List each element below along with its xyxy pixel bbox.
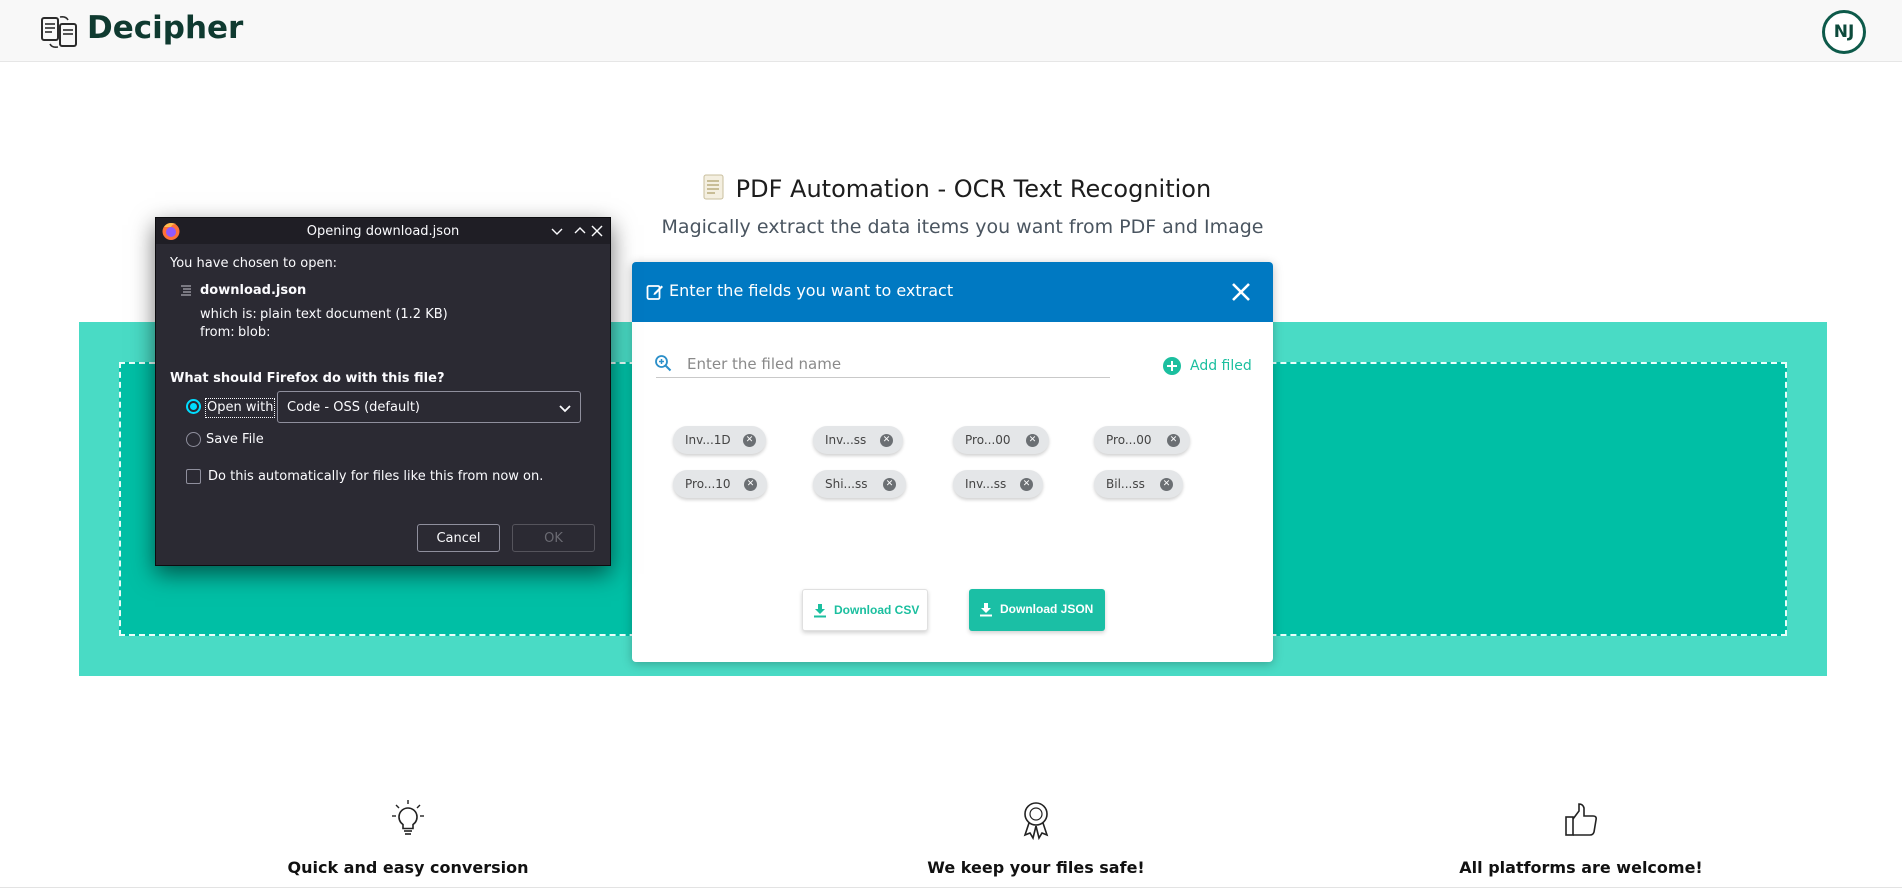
ok-button[interactable]: OK — [512, 524, 595, 552]
remove-chip-icon[interactable]: ✕ — [744, 478, 757, 491]
download-csv-button[interactable]: Download CSV — [802, 589, 928, 631]
dialog-intro: You have chosen to open: — [170, 256, 338, 271]
page-title-text: PDF Automation - OCR Text Recognition — [735, 175, 1212, 203]
edit-icon — [646, 285, 663, 300]
field-chip-label: Bil...ss — [1106, 477, 1145, 491]
document-emoji-icon — [703, 174, 724, 200]
auto-action-checkbox[interactable] — [186, 469, 201, 484]
maximize-chevron-icon[interactable] — [572, 223, 588, 239]
field-chip-label: Shi...ss — [825, 477, 868, 491]
close-icon[interactable] — [589, 223, 605, 239]
remove-chip-icon[interactable]: ✕ — [1167, 434, 1180, 447]
dialog-titlebar[interactable]: Opening download.json — [156, 218, 610, 244]
plus-circle-icon — [1163, 357, 1181, 375]
field-chip: Pro...10 ✕ — [673, 470, 767, 498]
lightbulb-icon — [392, 800, 424, 835]
file-type-label: which is: — [200, 307, 257, 322]
dialog-filename: download.json — [200, 283, 307, 298]
file-source-label: from: — [200, 325, 235, 340]
save-file-radio[interactable] — [186, 432, 201, 447]
field-chip: Inv...1D ✕ — [673, 426, 766, 454]
add-field-label: Add filed — [1190, 358, 1252, 374]
feature-label: All platforms are welcome! — [1459, 858, 1703, 877]
thumbs-up-icon — [1565, 803, 1597, 836]
top-bar: Decipher NJ — [0, 0, 1902, 62]
field-name-input[interactable] — [656, 350, 1110, 378]
field-chip-label: Inv...ss — [825, 433, 867, 447]
remove-chip-icon[interactable]: ✕ — [1020, 478, 1033, 491]
save-file-label[interactable]: Save File — [206, 432, 264, 447]
field-chip: Inv...ss ✕ — [953, 470, 1043, 498]
close-icon[interactable] — [1229, 280, 1253, 304]
download-json-label: Download JSON — [1000, 602, 1094, 616]
firefox-open-file-dialog: Opening download.json You have chosen to… — [155, 217, 611, 566]
open-with-radio[interactable] — [186, 399, 201, 414]
field-chip: Pro...00 ✕ — [953, 426, 1049, 454]
field-chip-label: Pro...10 — [685, 477, 731, 491]
panel-header: Enter the fields you want to extract — [632, 262, 1273, 322]
field-chip-label: Inv...ss — [965, 477, 1007, 491]
remove-chip-icon[interactable]: ✕ — [883, 478, 896, 491]
page: Decipher NJ PDF Automation - OCR Text Re… — [0, 0, 1902, 891]
footer-divider — [0, 887, 1902, 888]
panel-title: Enter the fields you want to extract — [669, 281, 954, 300]
minimize-chevron-icon[interactable] — [549, 223, 565, 239]
feature-label: We keep your files safe! — [927, 858, 1145, 877]
open-with-label[interactable]: Open with — [205, 398, 276, 418]
field-chip: Inv...ss ✕ — [813, 426, 903, 454]
dialog-question: What should Firefox do with this file? — [170, 371, 445, 386]
decipher-logo-icon[interactable] — [40, 14, 80, 50]
page-title: PDF Automation - OCR Text Recognition — [700, 174, 1260, 208]
download-csv-label: Download CSV — [834, 603, 920, 617]
field-chip-label: Pro...00 — [1106, 433, 1152, 447]
field-chip-label: Pro...00 — [965, 433, 1011, 447]
field-chip: Pro...00 ✕ — [1094, 426, 1190, 454]
download-icon — [814, 604, 826, 618]
field-chip: Shi...ss ✕ — [813, 470, 906, 498]
brand-name[interactable]: Decipher — [87, 10, 243, 46]
download-icon — [980, 603, 992, 617]
award-ribbon-icon — [1023, 802, 1049, 841]
remove-chip-icon[interactable]: ✕ — [1026, 434, 1039, 447]
page-subtitle: Magically extract the data items you wan… — [661, 216, 1264, 238]
extract-fields-panel: Enter the fields you want to extract Add… — [632, 262, 1273, 662]
remove-chip-icon[interactable]: ✕ — [1160, 478, 1173, 491]
user-avatar[interactable]: NJ — [1822, 10, 1866, 54]
dialog-title: Opening download.json — [306, 224, 460, 239]
text-file-icon — [181, 285, 191, 296]
file-source-value: blob: — [238, 325, 271, 340]
remove-chip-icon[interactable]: ✕ — [880, 434, 893, 447]
field-chip: Bil...ss ✕ — [1094, 470, 1183, 498]
selected-app: Code - OSS (default) — [287, 400, 420, 415]
open-with-app-select[interactable]: Code - OSS (default) — [277, 391, 581, 423]
feature-label: Quick and easy conversion — [287, 858, 529, 877]
cancel-button[interactable]: Cancel — [417, 524, 500, 552]
file-type-value: plain text document (1.2 KB) — [260, 307, 448, 322]
download-json-button[interactable]: Download JSON — [969, 589, 1105, 631]
auto-action-label[interactable]: Do this automatically for files like thi… — [208, 469, 543, 484]
chevron-down-icon — [559, 405, 571, 413]
remove-chip-icon[interactable]: ✕ — [743, 434, 756, 447]
field-chip-label: Inv...1D — [685, 433, 731, 447]
